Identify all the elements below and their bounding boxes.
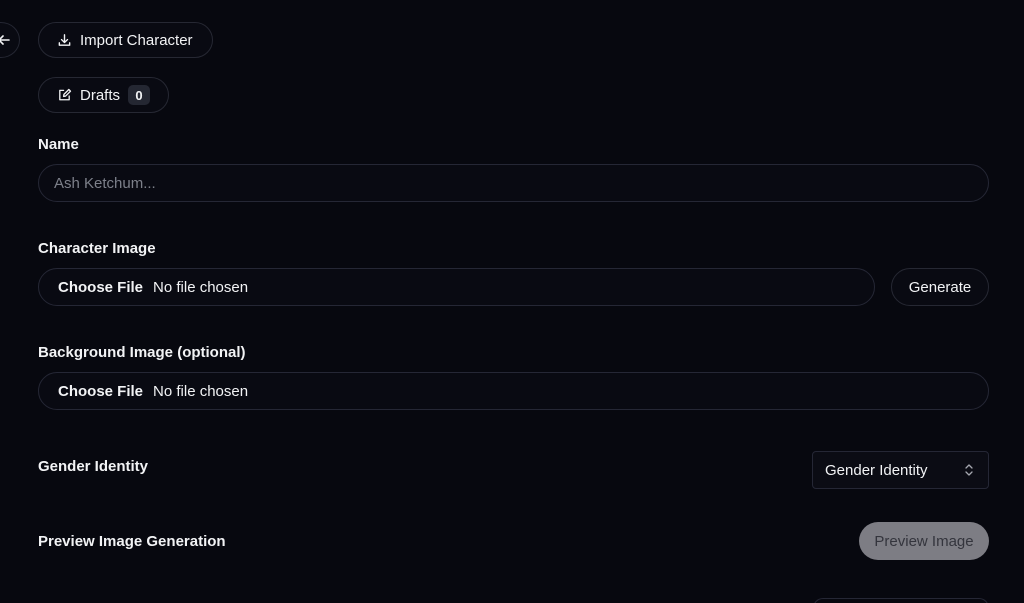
- chevron-up-down-icon: [964, 463, 974, 477]
- generate-image-button[interactable]: Generate: [891, 268, 989, 306]
- background-image-file-input[interactable]: Choose File No file chosen: [38, 372, 989, 410]
- drafts-label: Drafts: [80, 86, 121, 104]
- gender-identity-label: Gender Identity: [38, 458, 149, 475]
- create-character-page: Import Character Drafts 0 Name Character…: [0, 0, 1024, 603]
- name-field-container: [38, 164, 989, 202]
- name-label: Name: [38, 136, 79, 153]
- drafts-button[interactable]: Drafts 0: [38, 77, 169, 113]
- next-control-outline: [813, 598, 989, 603]
- background-image-label: Background Image (optional): [38, 344, 246, 361]
- download-icon: [57, 33, 72, 48]
- character-image-file-input[interactable]: Choose File No file chosen: [38, 268, 875, 306]
- back-button[interactable]: [0, 22, 20, 58]
- background-image-file-status: No file chosen: [153, 382, 249, 400]
- import-character-label: Import Character: [80, 31, 193, 49]
- preview-image-button[interactable]: Preview Image: [859, 522, 989, 560]
- character-image-choose-file-button[interactable]: Choose File: [58, 279, 143, 296]
- arrow-left-icon: [0, 33, 11, 47]
- import-character-button[interactable]: Import Character: [38, 22, 213, 58]
- name-input[interactable]: [52, 173, 988, 193]
- edit-icon: [57, 88, 72, 103]
- preview-image-generation-label: Preview Image Generation: [38, 533, 226, 550]
- gender-identity-select[interactable]: Gender Identity: [812, 451, 989, 489]
- character-image-file-status: No file chosen: [153, 278, 249, 296]
- gender-identity-selected-value: Gender Identity: [825, 461, 928, 479]
- character-image-label: Character Image: [38, 240, 156, 257]
- background-image-choose-file-button[interactable]: Choose File: [58, 383, 143, 400]
- drafts-count-badge: 0: [128, 85, 151, 105]
